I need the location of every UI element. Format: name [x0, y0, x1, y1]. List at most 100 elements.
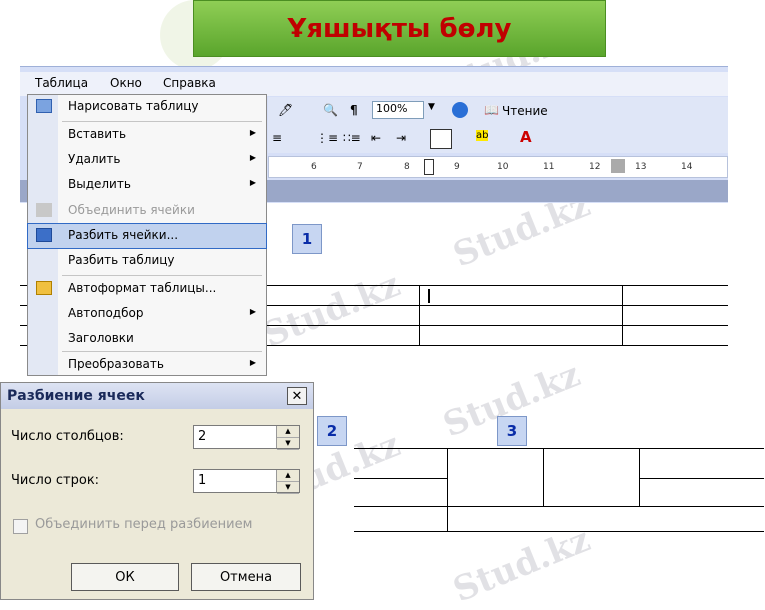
- table-border: [639, 448, 640, 506]
- submenu-arrow-icon: ▶: [249, 307, 256, 316]
- ruler-tick: 12: [589, 162, 601, 172]
- step-badge-2: 2: [317, 416, 347, 446]
- columns-value[interactable]: 2: [198, 429, 206, 444]
- decrease-indent-icon[interactable]: ⇤: [371, 131, 381, 145]
- highlight-icon[interactable]: ab: [476, 130, 489, 141]
- table-border: [354, 448, 764, 449]
- menu-item-autoformat[interactable]: Автоформат таблицы...: [28, 277, 266, 301]
- table-border: [447, 448, 448, 531]
- autoformat-icon: [36, 281, 52, 295]
- submenu-arrow-icon: ▶: [249, 358, 256, 367]
- ruler-tick: 6: [311, 162, 317, 172]
- column-marker[interactable]: [611, 159, 625, 173]
- menu-help[interactable]: Справка: [163, 76, 216, 90]
- ruler-tick: 13: [635, 162, 647, 172]
- ruler-marker[interactable]: [424, 159, 434, 175]
- pencil-table-icon: [36, 99, 52, 113]
- menu-item-headings[interactable]: Заголовки: [28, 327, 266, 351]
- standard-toolbar: 🖊 🔍 ¶ 100% ▼ 📖 Чтение: [268, 97, 728, 125]
- close-button[interactable]: ✕: [287, 387, 307, 405]
- book-icon[interactable]: 📖: [484, 103, 499, 117]
- formatting-toolbar: ≡ ⋮≡ ∷≡ ⇤ ⇥ ab A: [268, 125, 728, 153]
- menu-item-label: Вставить: [68, 127, 127, 141]
- slide-title: Ұяшықты бөлу: [287, 13, 512, 44]
- rows-label: Число строк:: [11, 473, 100, 488]
- watermark: Stud.kz: [447, 519, 596, 610]
- increase-indent-icon[interactable]: ⇥: [396, 131, 406, 145]
- zoom-select[interactable]: 100%: [372, 101, 424, 119]
- split-cells-dialog: Разбиение ячеек ✕ Число столбцов: 2 ▲ ▼ Ч…: [0, 382, 314, 600]
- split-cells-icon: [36, 228, 52, 242]
- bulleted-list-icon[interactable]: ∷≡: [343, 131, 361, 145]
- menu-item-draw-table[interactable]: Нарисовать таблицу: [28, 95, 266, 119]
- merge-before-split-checkbox[interactable]: [13, 519, 28, 534]
- submenu-arrow-icon: ▶: [249, 178, 256, 187]
- table-border: [354, 478, 447, 479]
- watermark: Stud.kz: [257, 264, 406, 356]
- menu-item-label: Удалить: [68, 152, 121, 166]
- ruler-tick: 10: [497, 162, 509, 172]
- menu-item-label: Автоподбор: [68, 306, 144, 320]
- ok-button[interactable]: ОК: [71, 563, 179, 591]
- rows-stepper[interactable]: 1 ▲ ▼: [193, 469, 300, 494]
- table-border: [622, 285, 623, 345]
- ruler-tick: 9: [454, 162, 460, 172]
- menu-item-delete[interactable]: Удалить ▶: [28, 148, 266, 172]
- ruler-tick: 14: [681, 162, 693, 172]
- rows-value[interactable]: 1: [198, 473, 206, 488]
- increment-icon[interactable]: ▲: [277, 426, 299, 438]
- columns-label: Число столбцов:: [11, 429, 124, 444]
- dialog-title: Разбиение ячеек: [7, 388, 145, 404]
- step-badge-3: 3: [497, 416, 527, 446]
- menu-window[interactable]: Окно: [110, 76, 142, 90]
- borders-icon[interactable]: [430, 129, 452, 149]
- reading-button[interactable]: Чтение: [502, 104, 548, 118]
- columns-stepper[interactable]: 2 ▲ ▼: [193, 425, 300, 450]
- table-border: [354, 531, 764, 532]
- numbered-list-icon[interactable]: ⋮≡: [316, 131, 338, 145]
- menu-table[interactable]: Таблица: [35, 76, 88, 90]
- ruler-tick: 11: [543, 162, 555, 172]
- step-badge-1: 1: [292, 224, 322, 254]
- table-menu: Нарисовать таблицу Вставить ▶ Удалить ▶ …: [27, 94, 267, 376]
- text-cursor: [428, 289, 430, 303]
- menu-item-label: Разбить таблицу: [68, 253, 175, 267]
- menu-item-autofit[interactable]: Автоподбор ▶: [28, 302, 266, 326]
- menu-item-label: Автоформат таблицы...: [68, 281, 217, 295]
- decrement-icon[interactable]: ▼: [277, 438, 299, 450]
- cancel-button[interactable]: Отмена: [191, 563, 301, 591]
- align-icon[interactable]: ≡: [272, 131, 282, 145]
- ruler-tick: 7: [357, 162, 363, 172]
- menu-item-merge-cells[interactable]: Объединить ячейки: [28, 199, 266, 223]
- menu-item-label: Преобразовать: [68, 357, 164, 371]
- ruler-tick: 8: [404, 162, 410, 172]
- merge-before-split-label: Объединить перед разбиением: [35, 517, 253, 532]
- menu-item-split-cells[interactable]: Разбить ячейки...: [27, 223, 267, 249]
- zoom-icon[interactable]: 🔍: [323, 103, 338, 117]
- menu-item-label: Выделить: [68, 177, 131, 191]
- chevron-down-icon[interactable]: ▼: [428, 102, 435, 112]
- menu-item-split-table[interactable]: Разбить таблицу: [28, 249, 266, 273]
- menu-item-label: Нарисовать таблицу: [68, 99, 199, 113]
- help-icon[interactable]: [452, 102, 468, 118]
- paragraph-icon[interactable]: ¶: [350, 103, 358, 117]
- merge-cells-icon: [36, 203, 52, 217]
- font-color-icon[interactable]: A: [520, 128, 532, 146]
- table-border: [543, 448, 544, 506]
- menu-item-label: Разбить ячейки...: [68, 228, 179, 242]
- table-border: [354, 506, 764, 507]
- slide-title-banner: Ұяшықты бөлу: [193, 0, 606, 57]
- menu-item-label: Заголовки: [68, 331, 134, 345]
- submenu-arrow-icon: ▶: [249, 128, 256, 137]
- menu-item-label: Объединить ячейки: [68, 203, 195, 217]
- menu-item-convert[interactable]: Преобразовать ▶: [28, 353, 266, 377]
- table-border: [419, 285, 420, 345]
- table-border: [639, 478, 764, 479]
- submenu-arrow-icon: ▶: [249, 153, 256, 162]
- increment-icon[interactable]: ▲: [277, 470, 299, 482]
- menu-item-insert[interactable]: Вставить ▶: [28, 123, 266, 147]
- horizontal-ruler: 6 7 8 9 10 11 12 13 14: [268, 156, 728, 178]
- undo-icon[interactable]: 🖊: [278, 103, 293, 117]
- decrement-icon[interactable]: ▼: [277, 482, 299, 494]
- menu-item-select[interactable]: Выделить ▶: [28, 173, 266, 197]
